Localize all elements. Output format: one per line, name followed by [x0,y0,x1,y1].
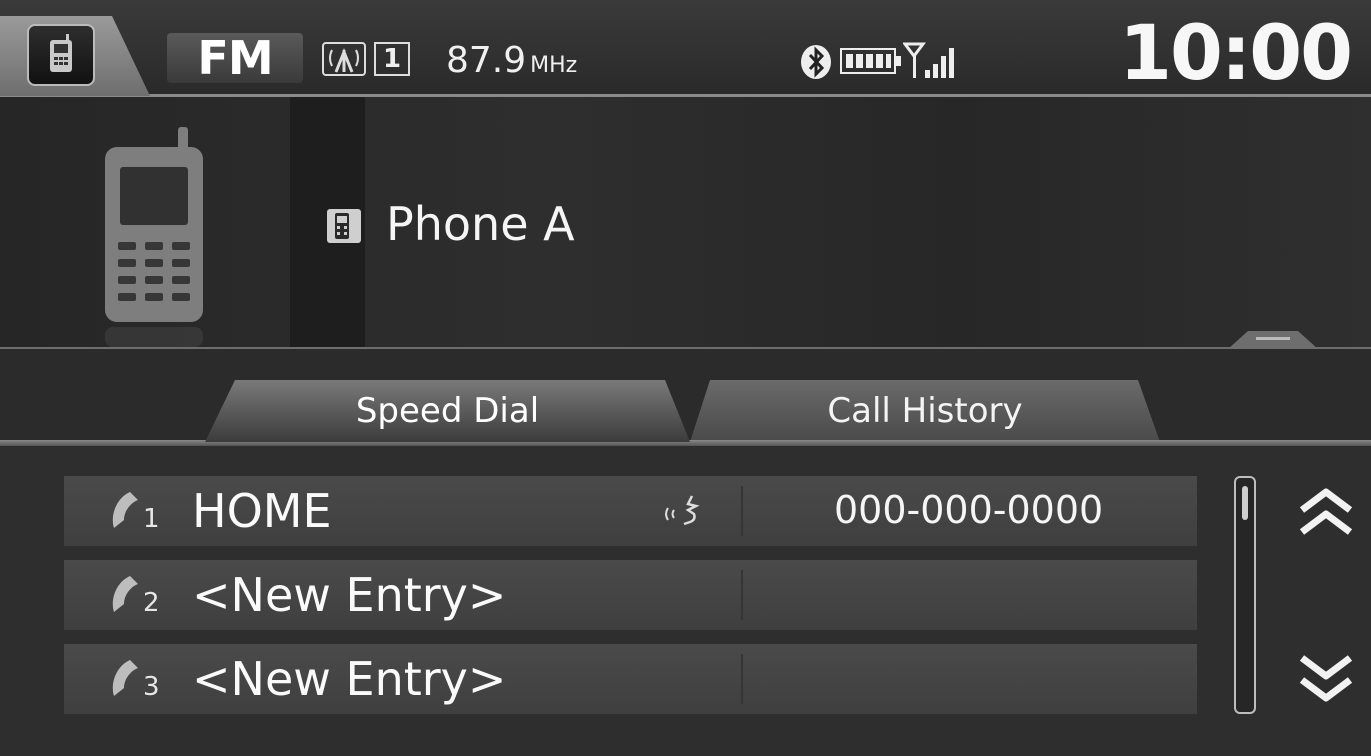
tab-speed-dial[interactable]: Speed Dial [205,380,690,442]
audio-source-button[interactable]: FM [167,31,303,85]
column-divider [741,654,743,704]
speed-dial-label: HOME [192,484,332,538]
antenna-icon [322,42,366,76]
preset-number: 1 [374,42,410,76]
speed-dial-index: 1 [143,504,160,534]
signal-icon [903,42,954,78]
speed-dial-number: 000-000-0000 [834,488,1104,532]
page-down-icon[interactable] [1298,654,1354,702]
list-item[interactable]: 3 <New Entry> [64,644,1197,714]
phone-icon [50,34,72,72]
speed-dial-index: 2 [143,588,160,618]
list-item[interactable]: 2 <New Entry> [64,560,1197,630]
handset-icon [112,492,138,528]
bluetooth-icon [801,45,831,79]
panel-handle-icon[interactable] [1228,329,1318,349]
phone-icon [105,127,203,347]
battery-icon [840,48,901,74]
page-up-icon[interactable] [1298,488,1354,536]
phone-button[interactable] [27,24,95,86]
connected-device-panel: Phone A [0,97,1371,349]
frequency-value: 87.9 [446,40,527,81]
clock: 10:00 [1119,8,1353,97]
handset-icon [112,576,138,612]
voice-tag-icon [665,495,700,526]
speed-dial-label: <New Entry> [192,568,507,622]
status-bar: FM 1 87.9 MHz 10:00 [0,0,1371,97]
scrollbar[interactable] [1234,476,1256,714]
frequency-display: 87.9 MHz [446,40,577,81]
handset-icon [112,660,138,696]
column-divider [741,570,743,620]
list-item[interactable]: 1 HOME 000-000-0000 [64,476,1197,546]
device-name: Phone A [386,197,575,251]
scroll-thumb[interactable] [1242,486,1248,520]
column-divider [741,486,743,536]
speed-dial-index: 3 [143,672,160,702]
tab-call-history[interactable]: Call History [690,380,1160,442]
frequency-unit: MHz [530,53,578,78]
phone-icon [327,209,361,243]
speed-dial-label: <New Entry> [192,652,507,706]
